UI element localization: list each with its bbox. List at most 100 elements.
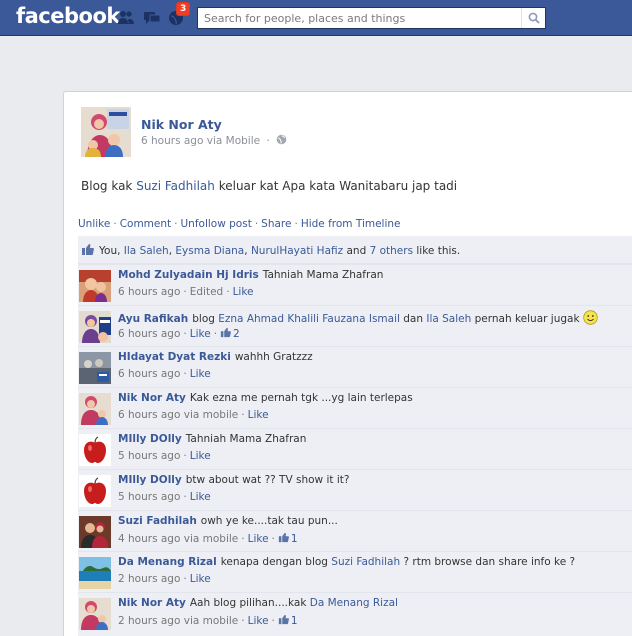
comment: Mohd Zulyadain Hj Idris Tahniah Mama Zhaf… — [78, 264, 632, 305]
share-link[interactable]: Share — [261, 218, 291, 230]
comment-time[interactable]: 5 hours ago — [118, 450, 180, 462]
comment-like-link[interactable]: Like — [248, 533, 269, 545]
post-text-part: keluar kat Apa kata Wanitabaru jap tadi — [214, 179, 458, 193]
mention-link[interactable]: Suzi Fadhilah — [136, 179, 215, 193]
messages-icon[interactable] — [143, 9, 161, 26]
comment-time[interactable]: 5 hours ago — [118, 491, 180, 503]
separator: · — [226, 286, 230, 298]
comment-time[interactable]: 6 hours ago — [118, 368, 180, 380]
separator: · — [241, 533, 245, 545]
edited-label[interactable]: Edited — [190, 286, 223, 298]
separator: · — [254, 218, 259, 230]
commenter-name[interactable]: Suzi Fadhilah — [118, 515, 197, 527]
comment-time[interactable]: 2 hours ago via mobile — [118, 615, 238, 627]
comment-time[interactable]: 6 hours ago via mobile — [118, 409, 238, 421]
separator: · — [271, 533, 275, 545]
search-input[interactable] — [198, 11, 518, 25]
likes-count-value: 2 — [233, 328, 240, 340]
comment-likes-count[interactable]: 1 — [278, 532, 298, 545]
smiley-emoticon-icon — [582, 310, 598, 325]
comment-likes-count[interactable]: 1 — [278, 614, 298, 627]
post-card: Nik Nor Aty 6 hours ago via Mobile · Blo… — [63, 91, 632, 636]
author-avatar[interactable] — [81, 107, 131, 157]
others-likes-link[interactable]: 7 others — [370, 245, 413, 257]
comment-text: Tahniah Mama Zhafran — [185, 433, 307, 445]
separator: · — [183, 450, 187, 462]
mention-link[interactable]: Ezna Ahmad Khalili Fauzana Ismail — [218, 313, 400, 325]
commenter-name[interactable]: Nik Nor Aty — [118, 597, 186, 609]
comment-text: pernah keluar jugak — [471, 313, 580, 325]
likes-count-value: 1 — [290, 533, 298, 545]
beach-avatar[interactable] — [79, 557, 111, 589]
comment-time[interactable]: 4 hours ago via mobile — [118, 533, 238, 545]
comment: MIlly DOlly btw about wat ?? TV show it i… — [78, 469, 632, 510]
commenter-name[interactable]: Ayu Rafikah — [118, 313, 188, 325]
commenter-name[interactable]: Mohd Zulyadain Hj Idris — [118, 269, 259, 281]
comment-time[interactable]: 2 hours ago — [118, 573, 180, 585]
comment-like-link[interactable]: Like — [248, 409, 269, 421]
comment-like-link[interactable]: Like — [233, 286, 254, 298]
separator: · — [183, 286, 187, 298]
commenter-name[interactable]: Da Menang Rizal — [118, 556, 217, 568]
comment: Ayu Rafikah blog Ezna Ahmad Khalili Fauza… — [78, 305, 632, 346]
comment: Da Menang Rizal kenapa dengan blog Suzi F… — [78, 551, 632, 592]
comment-text: owh ye ke....tak tau pun... — [200, 515, 338, 527]
comment-likes-count[interactable]: 2 — [220, 327, 240, 340]
family-avatar[interactable] — [79, 393, 111, 425]
comment-like-link[interactable]: Like — [190, 491, 211, 503]
facebook-logo[interactable]: facebook — [16, 4, 120, 28]
mention-link[interactable]: Da Menang Rizal — [310, 597, 398, 609]
hide-from-timeline-link[interactable]: Hide from Timeline — [301, 218, 401, 230]
search-button[interactable] — [521, 8, 545, 28]
commenter-name[interactable]: Nik Nor Aty — [118, 392, 186, 404]
comment-like-link[interactable]: Like — [248, 615, 269, 627]
group-avatar[interactable] — [79, 352, 111, 384]
commenter-name[interactable]: MIlly DOlly — [118, 433, 182, 445]
thumbs-up-icon — [278, 614, 289, 625]
mention-link[interactable]: Suzi Fadhilah — [331, 556, 400, 568]
separator: · — [113, 218, 117, 230]
friend-requests-icon[interactable] — [117, 9, 135, 26]
likes-and: and — [343, 245, 370, 257]
comment: MIlly DOlly Tahniah Mama Zhafran 5 hours … — [78, 428, 632, 469]
comment-like-link[interactable]: Like — [190, 450, 211, 462]
search-icon — [528, 12, 540, 24]
meta-separator: · — [266, 135, 270, 147]
liker-link[interactable]: NurulHayati Hafiz — [251, 245, 343, 257]
post-timestamp[interactable]: 6 hours ago via Mobile — [141, 135, 260, 147]
notification-count-badge[interactable]: 3 — [176, 2, 191, 16]
commenter-name[interactable]: HIdayat Dyat Rezki — [118, 351, 231, 363]
apple-avatar[interactable] — [79, 434, 111, 466]
comment-like-link[interactable]: Like — [190, 573, 211, 585]
man-avatar[interactable] — [79, 270, 111, 302]
mention-link[interactable]: Ila Saleh — [426, 313, 471, 325]
comment: HIdayat Dyat Rezki wahhh Gratzzz 6 hours … — [78, 346, 632, 387]
globe-privacy-icon[interactable] — [276, 134, 287, 145]
separator: · — [294, 218, 298, 230]
couple-avatar[interactable] — [79, 516, 111, 548]
woman-avatar[interactable] — [79, 311, 111, 343]
comment-like-link[interactable]: Like — [190, 328, 211, 340]
post-author-name[interactable]: Nik Nor Aty — [141, 117, 222, 132]
separator: · — [174, 218, 178, 230]
likes-summary: You, Ila Saleh, Eysma Diana, NurulHayati… — [78, 236, 632, 264]
liker-link[interactable]: Eysma Diana — [175, 245, 244, 257]
comment-text: kenapa dengan blog — [220, 556, 332, 568]
comment-time[interactable]: 6 hours ago — [118, 286, 180, 298]
liker-link[interactable]: Ila Saleh — [124, 245, 169, 257]
apple-avatar[interactable] — [79, 475, 111, 507]
unlike-link[interactable]: Unlike — [78, 218, 110, 230]
comment-text: dan — [399, 313, 427, 325]
commenter-name[interactable]: MIlly DOlly — [118, 474, 182, 486]
family-avatar[interactable] — [79, 598, 111, 630]
comment-like-link[interactable]: Like — [190, 368, 211, 380]
unfollow-post-link[interactable]: Unfollow post — [180, 218, 251, 230]
comment-text: Tahniah Mama Zhafran — [262, 269, 384, 281]
separator: · — [271, 615, 275, 627]
comment-time[interactable]: 6 hours ago — [118, 328, 180, 340]
thumbs-up-icon — [278, 532, 289, 543]
likes-suffix: like this. — [413, 245, 461, 257]
separator: · — [183, 491, 187, 503]
comment: Nik Nor Aty Aah blog pilihan....kak Da Me… — [78, 592, 632, 633]
comment-link[interactable]: Comment — [120, 218, 171, 230]
